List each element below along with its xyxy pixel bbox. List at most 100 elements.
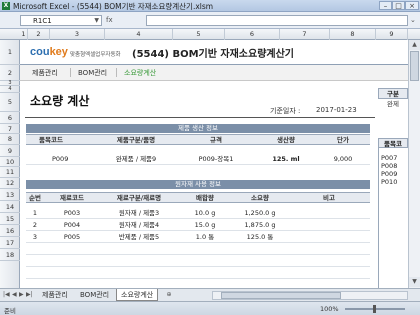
material-code[interactable]: P004 [44,220,100,231]
last-sheet-icon[interactable]: ▶| [26,291,33,298]
table-row[interactable] [26,268,370,279]
material-name[interactable]: 반제품 / 제품5 [100,232,178,243]
nav-item-product[interactable]: 제품관리 [32,68,58,78]
production-spec[interactable]: P009-장목1 [176,154,256,165]
material-mix-amount[interactable]: 1.0 통 [178,232,232,243]
date-value[interactable]: 2017-01-23 [316,106,357,114]
window-title: Microsoft Excel - (5544) BOM기반 자재소요량계산기.… [13,2,214,11]
column-header[interactable]: 9 [376,29,408,40]
maximize-button[interactable]: □ [392,1,405,10]
column-header[interactable]: 6 [225,29,280,40]
column-header[interactable]: 5 [173,29,225,40]
col-unit-price: 단가 [337,136,349,144]
col-quantity: 생산량 [277,136,295,144]
column-header[interactable]: 2 [28,29,50,40]
horizontal-scrollbar[interactable] [212,291,408,300]
material-code[interactable]: P005 [44,232,100,243]
row-header[interactable]: 15 [0,213,20,225]
row-header[interactable]: 2 [0,65,20,81]
fx-icon[interactable]: fx [106,15,144,26]
material-mix-amount[interactable]: 15.0 g [178,220,232,231]
material-required-amount[interactable]: 125.0 통 [232,232,288,243]
row-header[interactable]: 7 [0,124,20,134]
excel-icon[interactable]: X [2,2,10,10]
row-header[interactable]: 14 [0,201,20,213]
nav-item-bom[interactable]: BOM관리 [78,68,107,78]
table-row[interactable] [26,256,370,267]
production-product-name[interactable]: 완제품 / 제품9 [96,154,176,165]
minimize-button[interactable]: – [379,1,392,10]
material-code[interactable]: P003 [44,208,100,219]
item-code-list-header: 품목코 [378,138,408,148]
first-sheet-icon[interactable]: |◀ [3,291,10,298]
row-header[interactable]: 8 [0,134,20,145]
list-item[interactable]: P009 [381,170,397,178]
row-header[interactable]: 12 [0,178,20,189]
column-header[interactable]: 8 [330,29,376,40]
material-required-amount[interactable]: 1,250.0 g [232,208,288,219]
row-header[interactable]: 11 [0,167,20,178]
item-code-list: P007 P008 P009 P010 [378,148,408,288]
col-material-code: 재료코드 [60,194,84,202]
sheet-tab-bom[interactable]: BOM관리 [76,289,113,301]
zoom-level[interactable]: 100% [320,305,339,313]
table-row[interactable] [26,244,370,255]
material-seq[interactable]: 1 [26,208,44,219]
material-mix-amount[interactable]: 10.0 g [178,208,232,219]
production-unit-price[interactable]: 9,000 [316,154,370,165]
expand-formula-icon[interactable]: ⌄ [410,16,416,24]
logo-accent: key [49,46,68,58]
list-item[interactable]: P007 [381,154,397,162]
column-header[interactable]: 1 [20,29,28,40]
window-titlebar: X Microsoft Excel - (5544) BOM기반 자재소요량계산… [0,0,420,12]
material-seq[interactable]: 2 [26,220,44,231]
list-item[interactable]: P010 [381,178,397,186]
row-header[interactable]: 13 [0,189,20,201]
material-name[interactable]: 원자재 / 제품3 [100,208,178,219]
row-header[interactable]: 18 [0,249,20,261]
col-mix-amount: 배합량 [196,194,214,202]
name-box[interactable]: R1C1 ▼ [20,15,102,26]
production-header: 품목코드 제품구분/품명 규격 생산량 단가 [26,134,370,145]
production-quantity[interactable]: 125. ml [256,154,316,165]
scroll-down-icon[interactable]: ▼ [409,277,420,287]
zoom-slider-knob[interactable] [373,305,376,313]
next-sheet-icon[interactable]: ▶ [19,291,24,298]
material-remarks[interactable] [288,232,370,243]
list-item[interactable]: P008 [381,162,397,170]
row-header[interactable]: 17 [0,237,20,249]
horizontal-scroll-thumb[interactable] [221,292,341,299]
row-header[interactable]: 16 [0,225,20,237]
production-item-code[interactable]: P009 [52,154,92,165]
column-header[interactable]: 3 [50,29,105,40]
material-required-amount[interactable]: 1,875.0 g [232,220,288,231]
sheet-tab-bar: |◀ ◀ ▶ ▶| 제품관리 BOM관리 소요량계산 ⊕ [0,288,420,301]
column-header[interactable]: 4 [105,29,173,40]
category-value[interactable]: 완제 [378,99,408,109]
new-sheet-icon[interactable]: ⊕ [163,290,175,300]
material-remarks[interactable] [288,220,370,231]
row-header[interactable]: 5 [0,93,20,112]
row-header[interactable]: 10 [0,157,20,167]
column-header[interactable]: 7 [280,29,330,40]
nav-item-calc[interactable]: 소요량계산 [124,68,156,78]
chevron-down-icon[interactable]: ▼ [94,16,99,26]
row-header[interactable]: 4 [0,86,20,93]
sheet-tab-product[interactable]: 제품관리 [38,289,72,301]
row-header[interactable]: 6 [0,112,20,124]
material-name[interactable]: 원자재 / 제품4 [100,220,178,231]
vertical-scrollbar[interactable]: ▲ ▼ [408,40,420,288]
material-seq[interactable]: 3 [26,232,44,243]
prev-sheet-icon[interactable]: ◀ [12,291,17,298]
close-button[interactable]: × [405,1,419,10]
sheet-tab-calc[interactable]: 소요량계산 [116,289,159,301]
material-remarks[interactable] [288,208,370,219]
scroll-up-icon[interactable]: ▲ [409,40,420,50]
row-header[interactable]: 9 [0,145,20,157]
zoom-slider[interactable] [345,305,405,313]
sheet-area[interactable]: coukey 맞춤형엑셀업무자동화 (5544) BOM기반 자재소요량계산기 … [20,40,408,288]
formula-input[interactable] [146,15,408,26]
table-row: 3 P005 반제품 / 제품5 1.0 통 125.0 통 [26,232,370,243]
vertical-scroll-thumb[interactable] [410,51,419,81]
row-header[interactable]: 1 [0,40,20,65]
